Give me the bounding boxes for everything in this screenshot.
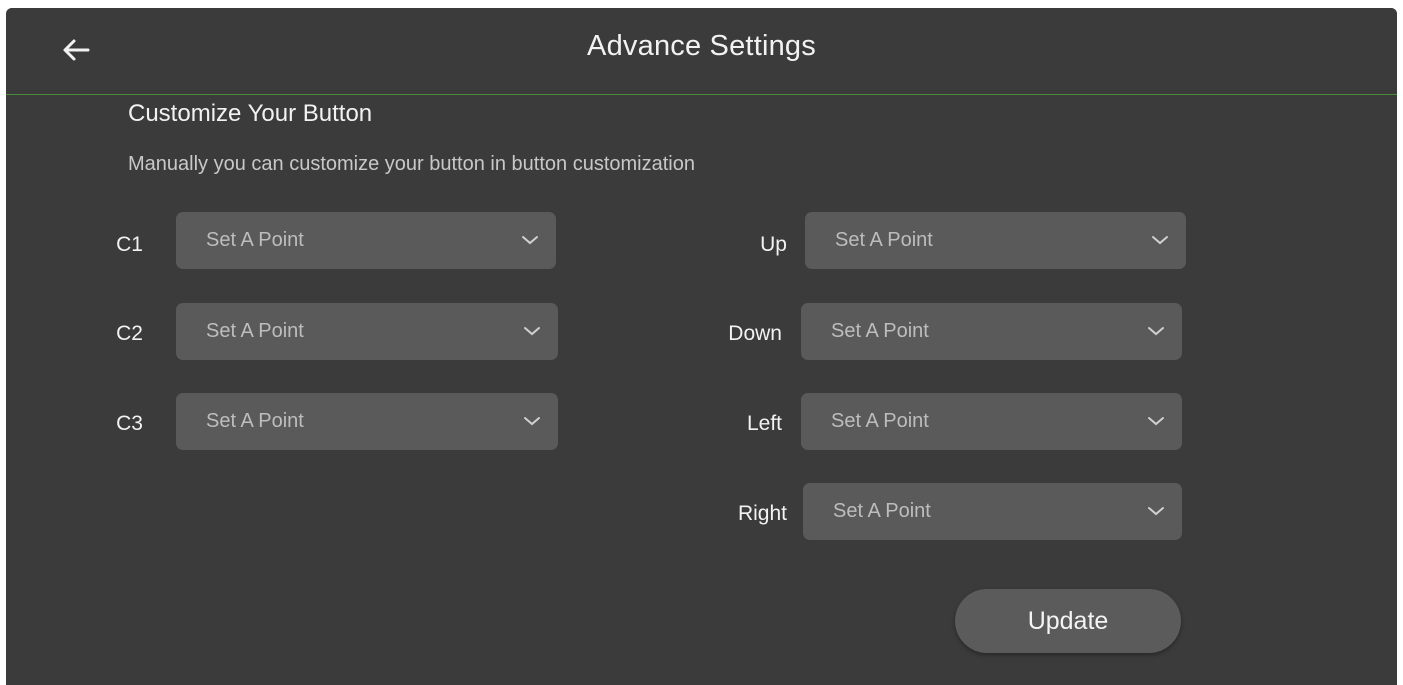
select-value: Set A Point bbox=[206, 229, 304, 251]
field-label-down: Down bbox=[728, 322, 782, 345]
select-right[interactable]: Set A Point bbox=[803, 483, 1182, 540]
page-title: Advance Settings bbox=[587, 30, 816, 62]
section-description: Manually you can customize your button i… bbox=[128, 153, 695, 175]
select-up[interactable]: Set A Point bbox=[805, 212, 1186, 269]
settings-screen: Advance Settings Customize Your Button M… bbox=[6, 8, 1397, 685]
field-label-c1: C1 bbox=[116, 233, 143, 256]
select-down[interactable]: Set A Point bbox=[801, 303, 1182, 360]
select-value: Set A Point bbox=[206, 320, 304, 342]
select-value: Set A Point bbox=[831, 320, 929, 342]
field-label-c2: C2 bbox=[116, 322, 143, 345]
chevron-down-icon bbox=[1148, 327, 1164, 336]
top-app-bar: Advance Settings bbox=[6, 8, 1397, 95]
select-left[interactable]: Set A Point bbox=[801, 393, 1182, 450]
chevron-down-icon bbox=[522, 236, 538, 245]
select-c3[interactable]: Set A Point bbox=[176, 393, 558, 450]
chevron-down-icon bbox=[524, 417, 540, 426]
update-button[interactable]: Update bbox=[955, 589, 1181, 653]
chevron-down-icon bbox=[1152, 236, 1168, 245]
field-label-left: Left bbox=[746, 412, 782, 435]
select-value: Set A Point bbox=[833, 500, 931, 522]
chevron-down-icon bbox=[1148, 417, 1164, 426]
select-value: Set A Point bbox=[835, 229, 933, 251]
select-value: Set A Point bbox=[831, 410, 929, 432]
select-c2[interactable]: Set A Point bbox=[176, 303, 558, 360]
section-title: Customize Your Button bbox=[128, 100, 373, 127]
field-label-right: Right bbox=[737, 502, 787, 525]
select-value: Set A Point bbox=[206, 410, 304, 432]
chevron-down-icon bbox=[1148, 507, 1164, 516]
select-c1[interactable]: Set A Point bbox=[176, 212, 556, 269]
field-label-up: Up bbox=[760, 233, 787, 256]
field-label-c3: C3 bbox=[116, 412, 143, 435]
chevron-down-icon bbox=[524, 327, 540, 336]
